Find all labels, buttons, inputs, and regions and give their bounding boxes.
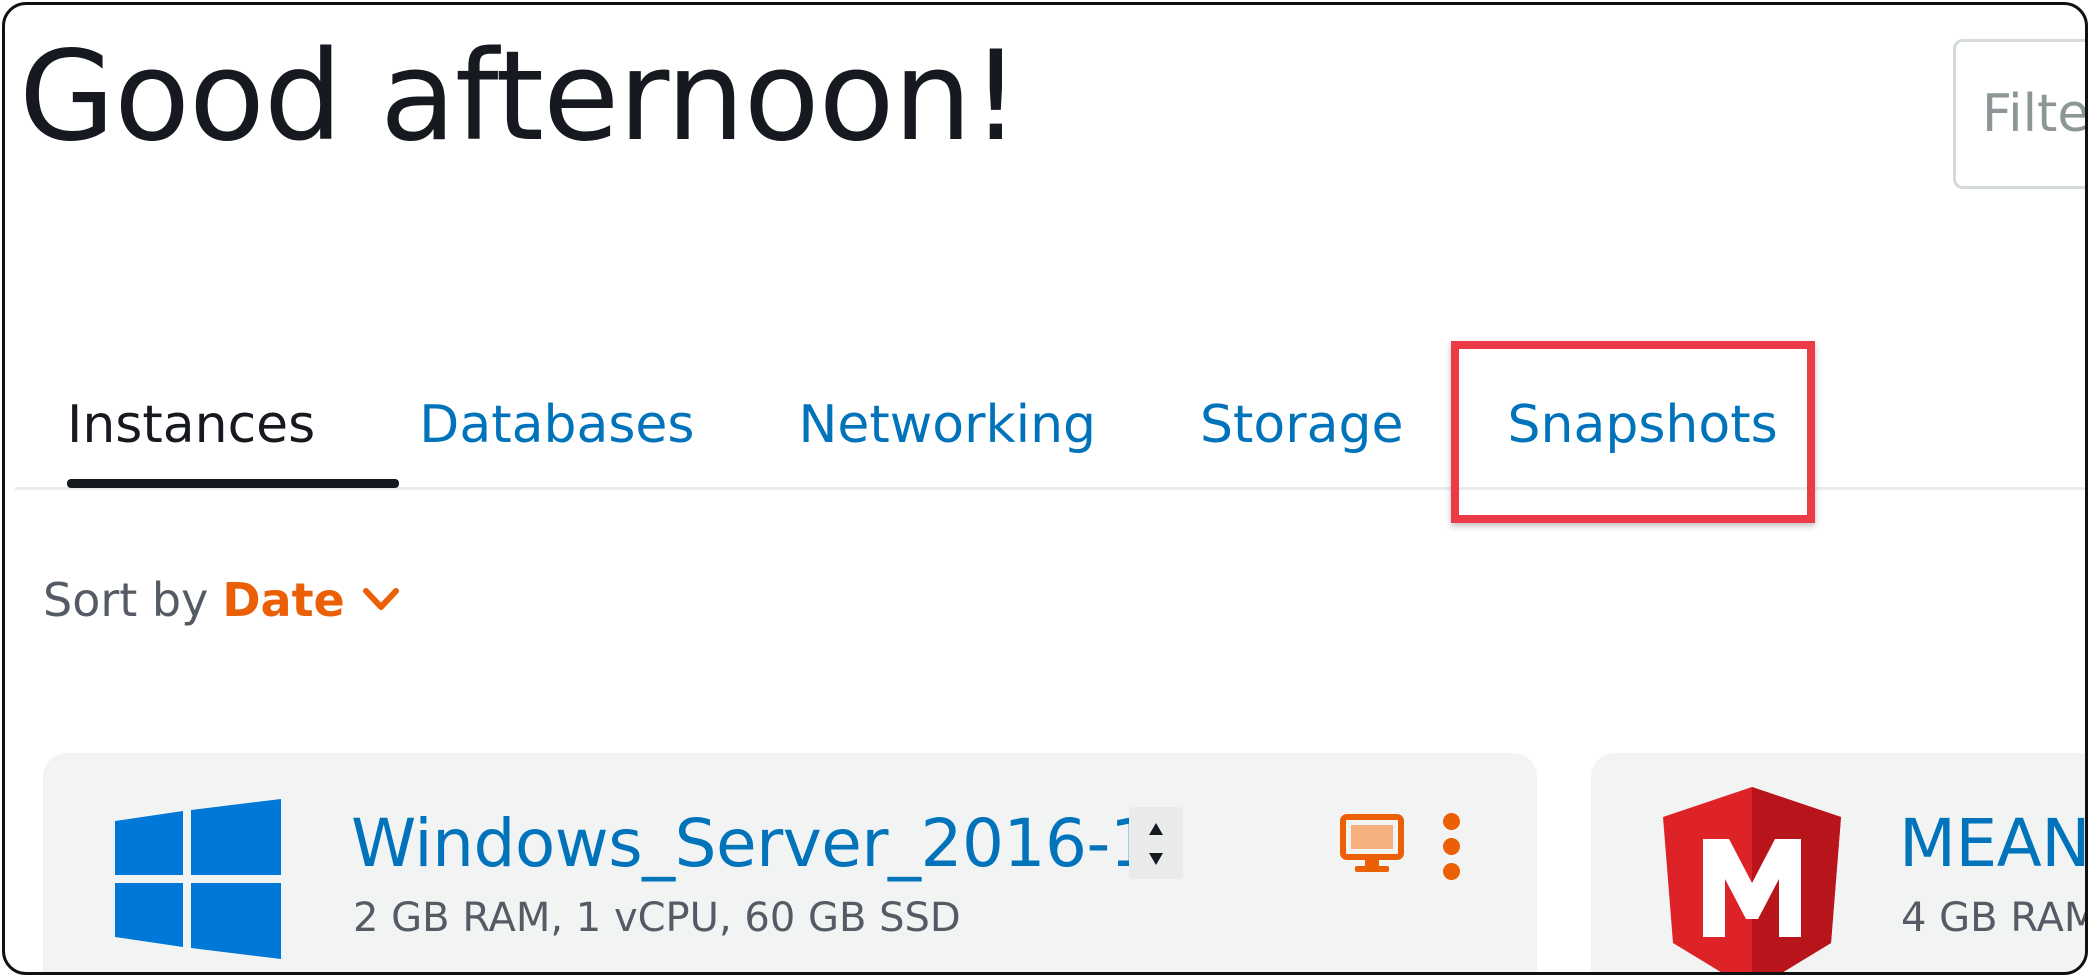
instance-name-link[interactable]: Windows_Server_2016-1	[351, 805, 1152, 882]
active-tab-indicator	[67, 479, 399, 488]
more-options-icon[interactable]	[1439, 813, 1463, 881]
windows-logo-icon	[115, 799, 281, 959]
mean-logo-icon	[1663, 787, 1841, 972]
tab-networking[interactable]: Networking	[799, 371, 1097, 489]
highlight-box	[1451, 341, 1815, 523]
filter-input[interactable]	[1953, 39, 2085, 189]
tab-storage[interactable]: Storage	[1200, 371, 1403, 489]
scroll-arrows-icon[interactable]	[1129, 807, 1183, 879]
tab-databases[interactable]: Databases	[419, 371, 694, 489]
instance-specs: 4 GB RAM	[1901, 895, 2088, 941]
instance-name-link[interactable]: MEAN	[1899, 805, 2085, 882]
sort-label: Sort by	[43, 573, 209, 627]
chevron-down-icon[interactable]	[361, 586, 401, 614]
instance-card[interactable]: Windows_Server_2016-1 2 GB RAM, 1 vCPU, …	[43, 753, 1537, 972]
instance-specs: 2 GB RAM, 1 vCPU, 60 GB SSD	[353, 895, 961, 941]
tab-instances[interactable]: Instances	[67, 371, 315, 489]
page-title: Good afternoon!	[19, 25, 1021, 169]
sort-control: Sort by Date	[43, 573, 401, 627]
sort-value-dropdown[interactable]: Date	[222, 573, 344, 627]
instance-card[interactable]: MEAN 4 GB RAM	[1591, 753, 2088, 972]
connect-terminal-icon[interactable]	[1339, 813, 1405, 875]
app-window: Good afternoon! Instances Databases Netw…	[2, 2, 2088, 975]
